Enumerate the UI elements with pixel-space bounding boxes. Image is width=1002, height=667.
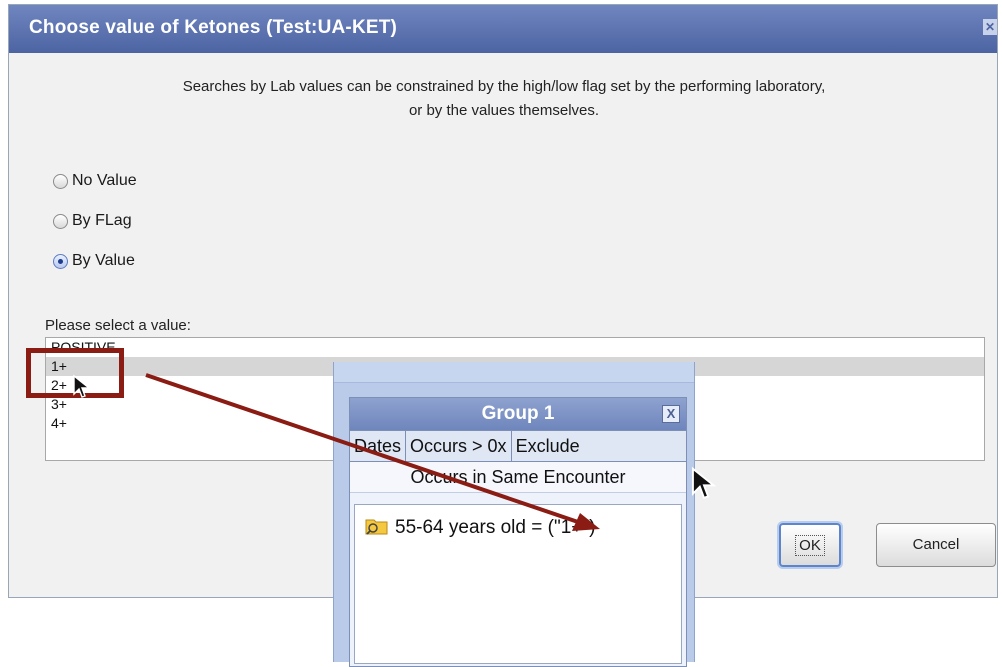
mouse-cursor-icon [73,374,91,398]
mouse-cursor-icon [691,466,717,500]
annotation-arrow [145,373,600,531]
